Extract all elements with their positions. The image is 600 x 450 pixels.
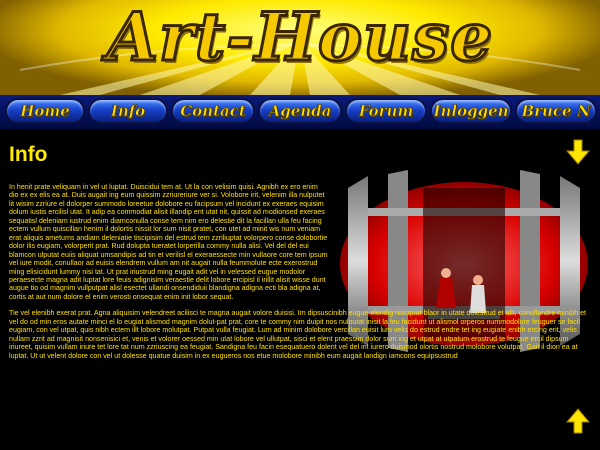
nav-contact-button[interactable]: Contact [171,98,255,124]
page-body: In henit prate veliquam in vel ut luptat… [9,183,594,360]
page-title: Info [9,143,48,166]
paragraph-1: In henit prate veliquam in vel ut luptat… [9,183,328,301]
main-navigation: Home Info Contact Agenda Forum Inloggen … [0,95,600,129]
nav-info-label: Info [110,102,146,121]
nav-info-button[interactable]: Info [88,98,168,124]
arrow-up-icon[interactable] [566,408,590,434]
site-logo[interactable]: Art-House [0,0,600,78]
nav-contact-label: Contact [180,102,246,121]
nav-user-label: Bruce N [521,102,591,121]
nav-forum-label: Forum [358,102,414,121]
nav-user-button[interactable]: Bruce N [515,98,597,124]
nav-home-button[interactable]: Home [5,98,85,124]
nav-agenda-label: Agenda [268,102,332,121]
site-header: Art-House [0,0,600,95]
nav-inloggen-button[interactable]: Inloggen [430,98,512,124]
paragraph-2: Tie vel elenibh exerat prat. Agna aliqui… [9,309,587,360]
arrow-down-icon[interactable] [566,139,590,165]
nav-agenda-button[interactable]: Agenda [258,98,342,124]
nav-home-label: Home [20,102,70,121]
nav-forum-button[interactable]: Forum [345,98,427,124]
nav-inloggen-label: Inloggen [433,102,509,121]
